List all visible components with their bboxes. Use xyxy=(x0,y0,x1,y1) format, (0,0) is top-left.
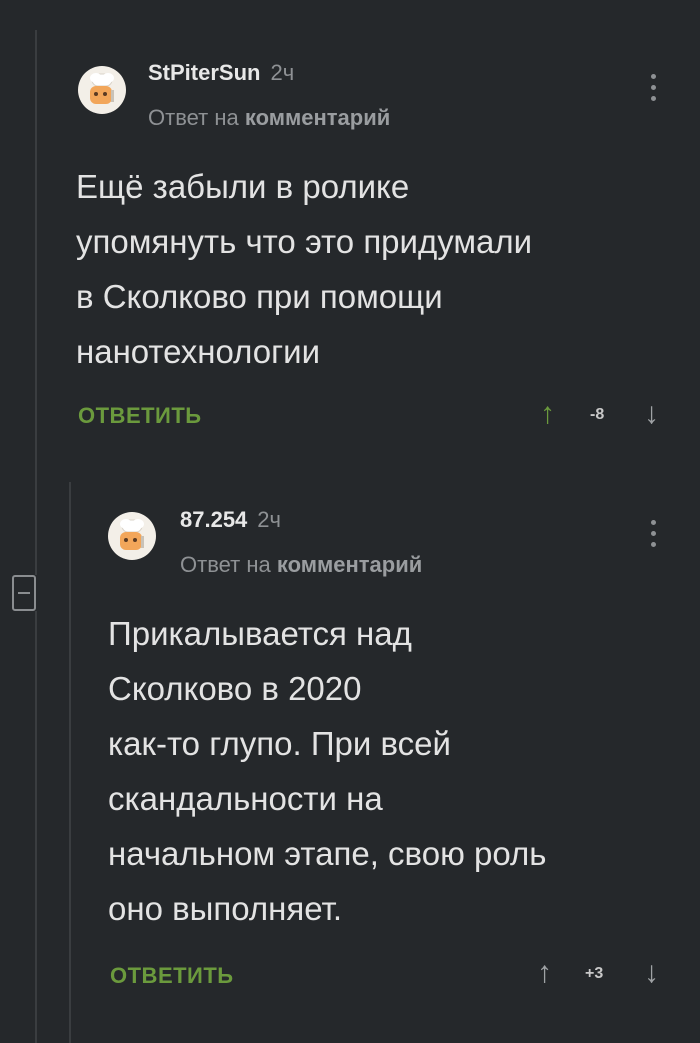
reply-prefix: Ответ на xyxy=(180,552,271,577)
reply-button[interactable]: ОТВЕТИТЬ xyxy=(78,403,202,429)
reply-button[interactable]: ОТВЕТИТЬ xyxy=(110,963,234,989)
thread-line-outer xyxy=(35,30,37,575)
reply-target-link[interactable]: комментарий xyxy=(277,552,422,577)
thread-line-inner xyxy=(69,482,71,1043)
arrow-up-icon[interactable]: ↑ xyxy=(540,399,555,429)
arrow-up-icon[interactable]: ↑ xyxy=(537,958,552,988)
comment-author[interactable]: 87.254 2ч xyxy=(180,507,281,533)
avatar[interactable] xyxy=(78,66,126,114)
arrow-down-icon[interactable]: ↓ xyxy=(644,958,659,988)
chef-avatar-icon xyxy=(90,73,114,104)
comment-author[interactable]: StPiterSun 2ч xyxy=(148,60,294,86)
minus-icon xyxy=(18,592,30,594)
comment-rating: +3 xyxy=(585,965,604,982)
reply-to-line: Ответ на комментарий xyxy=(148,105,390,131)
comment-time: 2ч xyxy=(257,507,281,532)
author-name[interactable]: StPiterSun xyxy=(148,60,260,85)
reply-to-line: Ответ на комментарий xyxy=(180,552,422,578)
comment-time: 2ч xyxy=(270,60,295,85)
collapse-thread-button[interactable] xyxy=(12,575,36,611)
reply-prefix: Ответ на xyxy=(148,105,239,130)
chef-avatar-icon xyxy=(120,519,144,550)
more-options-icon[interactable] xyxy=(646,74,660,108)
avatar[interactable] xyxy=(108,512,156,560)
comment-rating: -8 xyxy=(590,406,605,423)
reply-target-link[interactable]: комментарий xyxy=(245,105,390,130)
arrow-down-icon[interactable]: ↓ xyxy=(644,399,659,429)
comment-text: Ещё забыли в ролике упомянуть что это пр… xyxy=(76,168,533,370)
more-options-icon[interactable] xyxy=(646,520,660,554)
author-name[interactable]: 87.254 xyxy=(180,507,247,532)
thread-line-outer-lower xyxy=(35,611,37,1043)
comment-text: Прикалывается над Сколково в 2020 как-то… xyxy=(108,615,547,927)
